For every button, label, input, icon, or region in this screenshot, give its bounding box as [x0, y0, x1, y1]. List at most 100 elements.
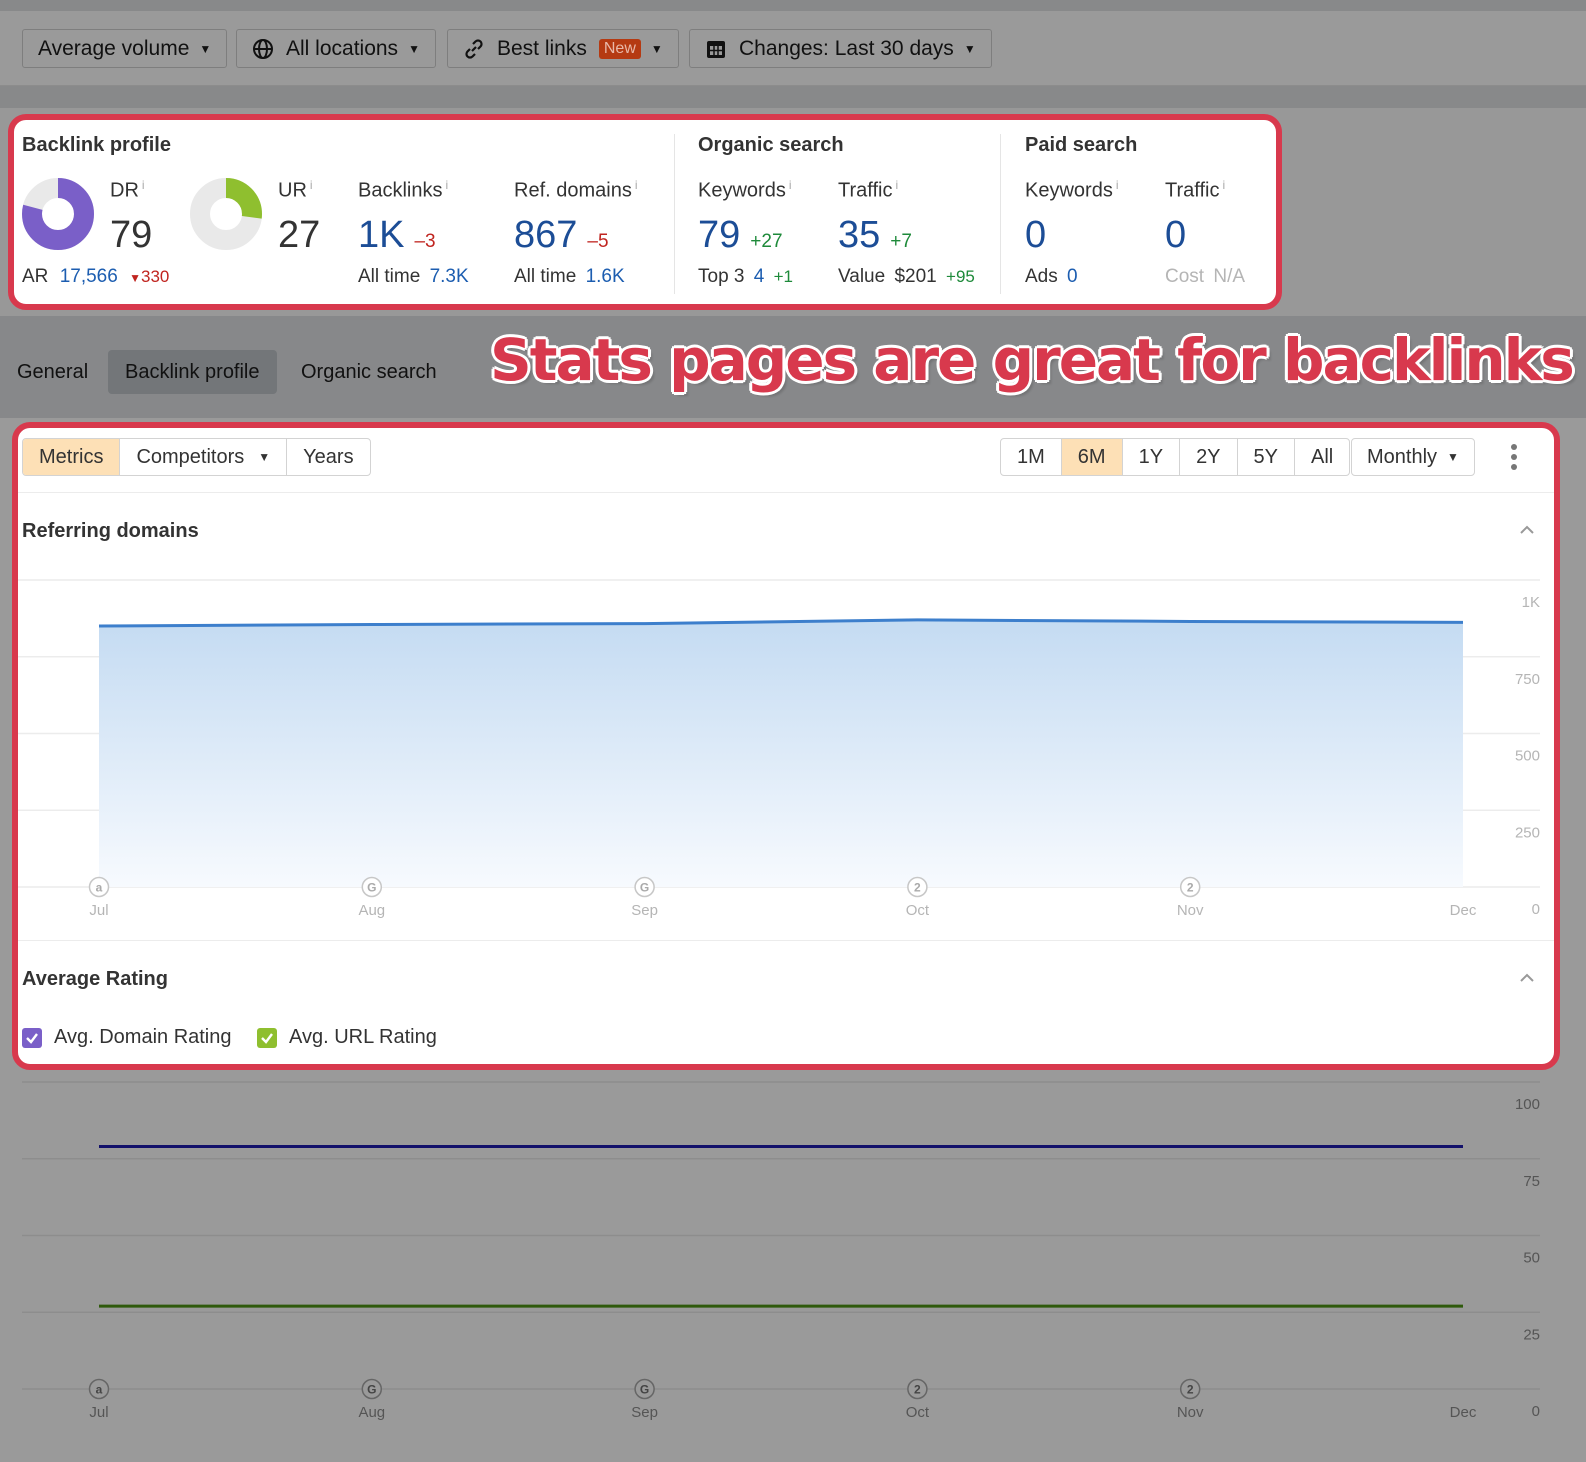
info-icon[interactable]: i: [1116, 178, 1119, 192]
organic-search-title: Organic search: [698, 134, 844, 156]
annotation-marker-icon: G: [361, 1378, 383, 1400]
more-options-icon[interactable]: [1507, 444, 1521, 470]
x-tick-label: Dec: [1450, 902, 1477, 919]
filter-label: All locations: [286, 36, 399, 60]
x-tick-label: Jul: [89, 1404, 108, 1421]
paid-ads: Ads 0: [1025, 266, 1078, 287]
ref-domains-all-time: All time 1.6K: [514, 266, 625, 287]
best-links-dropdown[interactable]: Best links New ▼: [447, 29, 679, 68]
ur-gauge: [190, 178, 262, 250]
x-tick-label: Oct: [906, 902, 930, 919]
y-tick-label: 100: [1515, 1096, 1540, 1113]
average-volume-dropdown[interactable]: Average volume ▼: [22, 29, 228, 68]
info-icon[interactable]: i: [142, 178, 145, 192]
tab-metrics[interactable]: Metrics: [23, 439, 121, 475]
annotation-marker-icon: a: [88, 876, 110, 898]
range-5y[interactable]: 5Y: [1238, 439, 1295, 475]
tab-organic-search[interactable]: Organic search: [284, 350, 454, 394]
collapse-chevron-up-icon[interactable]: [1519, 522, 1535, 538]
area-fill: [99, 619, 1463, 887]
y-tick-label: 250: [1515, 824, 1540, 841]
info-icon[interactable]: i: [789, 178, 792, 192]
interval-dropdown[interactable]: Monthly ▼: [1351, 438, 1475, 476]
organic-keywords-delta: +27: [750, 231, 783, 252]
annotation-marker-icon: 2: [1179, 1378, 1201, 1400]
info-icon[interactable]: i: [1222, 178, 1225, 192]
changes-period-dropdown[interactable]: Changes: Last 30 days ▼: [689, 29, 992, 68]
backlinks-delta: –3: [414, 231, 436, 252]
y-tick-label: 750: [1515, 671, 1540, 688]
backlinks-label: Backlinks i: [358, 178, 449, 202]
x-tick-label: Oct: [906, 1404, 930, 1421]
organic-keywords-label: Keywords i: [698, 178, 792, 202]
annotation-marker-icon: 2: [1179, 876, 1201, 898]
backlink-profile-title: Backlink profile: [22, 134, 171, 156]
info-icon[interactable]: i: [635, 178, 638, 192]
caret-down-icon: ▼: [199, 41, 212, 56]
range-2y[interactable]: 2Y: [1180, 439, 1238, 475]
filter-bar: Average volume ▼ All locations ▼ Best li…: [0, 11, 1586, 86]
ar-row: AR 17,566 ▼330: [22, 266, 170, 287]
info-icon[interactable]: i: [895, 178, 898, 192]
checkbox-checked-icon[interactable]: [257, 1027, 277, 1048]
average-rating-chart: 0 25 50 75 100 Jul Aug Sep Oct Nov Dec a G G 2 2: [22, 1081, 1540, 1421]
organic-traffic-delta: +7: [890, 231, 912, 252]
svg-text:2: 2: [1187, 881, 1194, 895]
y-tick-label: 0: [1532, 901, 1540, 918]
checkbox-checked-icon[interactable]: [22, 1027, 42, 1048]
paid-traffic-value[interactable]: 0: [1165, 216, 1186, 254]
annotation-headline: Stats pages are great for backlinks: [490, 326, 1575, 394]
y-tick-label: 25: [1523, 1326, 1540, 1343]
legend-avg-domain-rating[interactable]: Avg. Domain Rating: [22, 1026, 232, 1049]
svg-text:G: G: [367, 1383, 376, 1397]
ar-value[interactable]: 17,566: [60, 266, 118, 287]
svg-text:2: 2: [914, 881, 921, 895]
tab-general[interactable]: General: [0, 350, 105, 394]
y-tick-label: 75: [1523, 1173, 1540, 1190]
referring-domains-chart: 0 250 500 750 1K Jul Aug Sep Oct Nov Dec a G G 2 2: [18, 579, 1540, 919]
tab-backlink-profile[interactable]: Backlink profile: [108, 350, 277, 394]
range-selector: 1M 6M 1Y 2Y 5Y All: [1000, 438, 1351, 476]
backlinks-value[interactable]: 1K –3: [358, 216, 436, 254]
paid-search-title: Paid search: [1025, 134, 1138, 156]
annotation-marker-icon: a: [88, 1378, 110, 1400]
annotation-marker-icon: 2: [907, 876, 928, 898]
info-icon[interactable]: i: [310, 178, 313, 192]
ref-domains-delta: –5: [587, 231, 609, 252]
calendar-icon: [705, 38, 727, 60]
ur-value: 27: [278, 214, 321, 256]
collapse-chevron-up-icon[interactable]: [1519, 970, 1535, 986]
tab-years[interactable]: Years: [287, 439, 369, 475]
tab-competitors[interactable]: Competitors ▼: [120, 439, 288, 475]
divider-strip: [0, 86, 1586, 110]
x-tick-label: Sep: [631, 902, 658, 919]
organic-traffic-value[interactable]: 35 +7: [838, 216, 912, 254]
toolbar-divider: [18, 492, 1554, 493]
globe-icon: [252, 38, 274, 60]
organic-keywords-value[interactable]: 79 +27: [698, 216, 783, 254]
svg-text:G: G: [367, 881, 376, 895]
y-tick-label: 500: [1515, 748, 1540, 765]
new-badge: New: [598, 38, 641, 59]
backlinks-all-time: All time 7.3K: [358, 266, 469, 287]
filter-label: Changes: Last 30 days: [739, 36, 954, 60]
x-tick-label: Dec: [1450, 1404, 1477, 1421]
info-icon[interactable]: i: [445, 178, 448, 192]
range-1y[interactable]: 1Y: [1123, 439, 1181, 475]
dr-gauge: [22, 178, 94, 250]
paid-keywords-value[interactable]: 0: [1025, 216, 1046, 254]
y-tick-label: 0: [1532, 1403, 1540, 1420]
all-locations-dropdown[interactable]: All locations ▼: [236, 29, 436, 68]
legend-avg-url-rating[interactable]: Avg. URL Rating: [257, 1026, 437, 1049]
range-1m[interactable]: 1M: [1001, 439, 1062, 475]
ur-label: UR i: [278, 178, 313, 202]
y-tick-label: 50: [1523, 1250, 1540, 1267]
caret-down-icon: ▼: [408, 41, 420, 56]
range-all[interactable]: All: [1295, 439, 1349, 475]
range-6m[interactable]: 6M: [1061, 439, 1123, 475]
annotation-marker-icon: G: [634, 876, 655, 898]
y-tick-label: 1K: [1522, 594, 1540, 611]
caret-down-icon: ▼: [650, 41, 663, 56]
organic-traffic-value-row: Value $201 +95: [838, 266, 975, 287]
ref-domains-value[interactable]: 867 –5: [514, 216, 609, 254]
